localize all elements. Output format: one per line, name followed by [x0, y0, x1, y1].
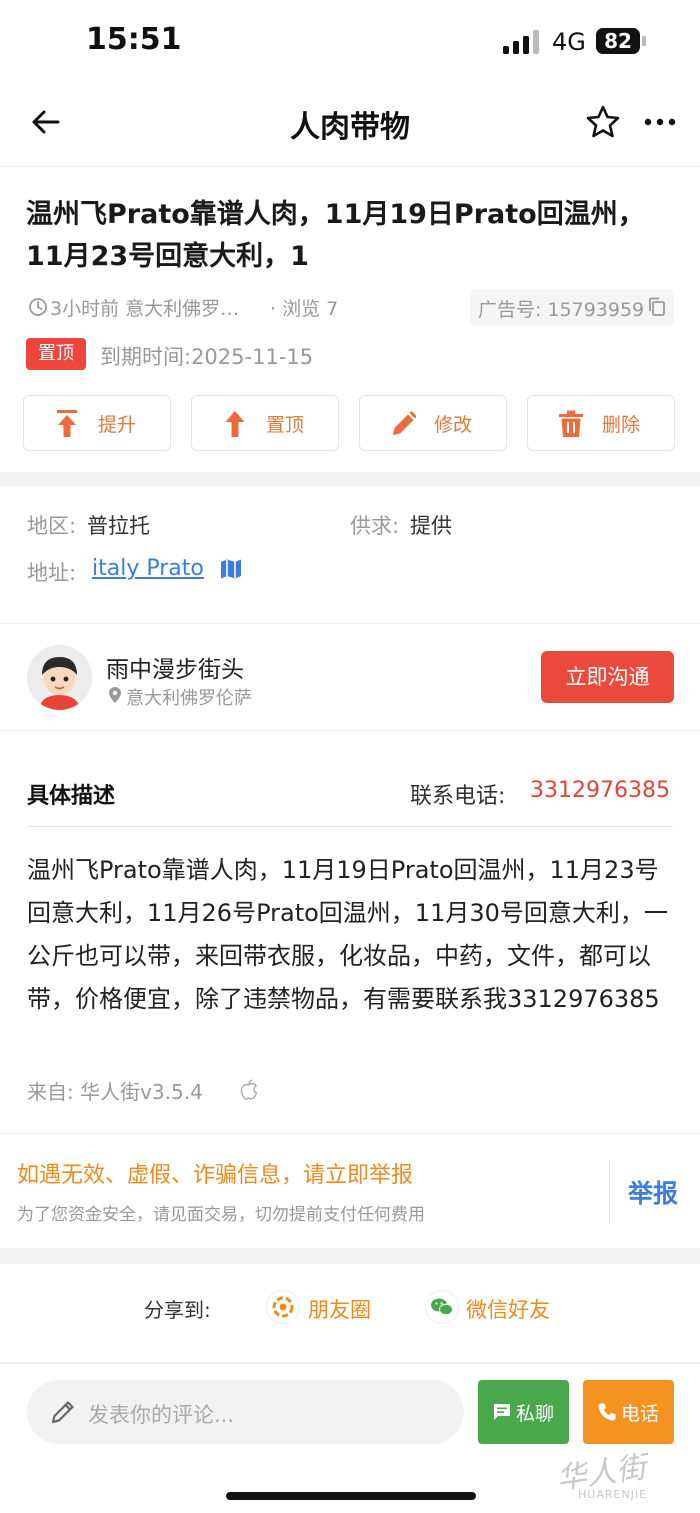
desc-bottom-divider	[0, 1133, 700, 1134]
avatar-image	[27, 645, 92, 710]
pencil-icon	[51, 1401, 74, 1424]
boost-button[interactable]: 提升	[23, 395, 171, 451]
user-divider	[0, 730, 700, 731]
moments-icon	[272, 1296, 294, 1318]
nav-divider	[0, 166, 700, 167]
source-app: 来自: 华人街v3.5.4	[27, 1080, 203, 1104]
contact-now-button[interactable]: 立即沟通	[541, 651, 674, 703]
comment-placeholder: 发表你的评论...	[88, 1403, 235, 1427]
location-pin-icon	[109, 687, 121, 703]
battery-icon: 82	[596, 28, 640, 54]
post-time-location: 3小时前 意大利佛罗…	[50, 298, 240, 320]
description-text: 温州飞Prato靠谱人肉，11月19日Prato回温州，11月23号回意大利，1…	[27, 856, 668, 1013]
view-count: · 浏览 7	[270, 298, 339, 320]
report-separator	[609, 1160, 610, 1224]
boost-icon	[57, 410, 77, 437]
copy-icon[interactable]	[647, 296, 667, 318]
map-icon[interactable]	[220, 558, 242, 580]
post-title: 温州飞Prato靠谱人肉，11月19日Prato回温州，11月23号回意大利，1	[26, 199, 645, 272]
wechat-icon	[431, 1298, 453, 1316]
supply-value: 提供	[410, 514, 452, 538]
edit-icon	[393, 411, 416, 435]
region-value: 普拉托	[87, 514, 150, 538]
share-label: 分享到:	[144, 1298, 211, 1322]
wechat-label[interactable]: 微信好友	[466, 1294, 550, 1324]
section-gap	[0, 472, 700, 486]
pinned-badge: 置顶	[26, 338, 86, 370]
status-time: 15:51	[86, 22, 182, 57]
ad-number: 广告号: 15793959	[478, 299, 645, 321]
private-chat-button[interactable]: 私聊	[478, 1380, 569, 1444]
chat-icon	[494, 1404, 510, 1420]
description-divider	[27, 826, 673, 827]
moments-share[interactable]	[266, 1290, 300, 1324]
wechat-share[interactable]	[425, 1290, 459, 1324]
report-button[interactable]: 举报	[628, 1174, 678, 1210]
user-name[interactable]: 雨中漫步街头	[106, 650, 244, 684]
pin-top-label: 置顶	[266, 414, 305, 436]
call-button[interactable]: 电话	[583, 1380, 674, 1444]
info-divider	[0, 623, 700, 624]
star-icon[interactable]	[584, 103, 622, 141]
pin-top-icon	[225, 411, 245, 437]
report-safety-note: 为了您资金安全，请见面交易，切勿提前支付任何费用	[17, 1205, 425, 1225]
report-warning: 如遇无效、虚假、诈骗信息，请立即举报	[17, 1163, 414, 1188]
address-link[interactable]: italy Prato	[92, 556, 204, 581]
supply-label: 供求:	[350, 514, 400, 538]
region-label: 地区:	[27, 514, 77, 538]
phone-icon	[598, 1403, 616, 1421]
pin-top-button[interactable]: 置顶	[191, 395, 339, 451]
signal-icon	[503, 30, 539, 54]
address-label: 地址:	[27, 561, 77, 585]
phone-number[interactable]: 3312976385	[530, 778, 670, 803]
delete-label: 删除	[602, 414, 641, 436]
watermark-subtext: HUARENJIE	[578, 1488, 648, 1501]
trash-icon	[559, 410, 583, 437]
network-type: 4G	[552, 28, 586, 56]
clock-icon	[29, 298, 47, 316]
edit-label: 修改	[434, 414, 473, 436]
boost-label: 提升	[98, 414, 137, 436]
apple-icon	[240, 1079, 258, 1100]
user-location: 意大利佛罗伦萨	[126, 688, 252, 709]
bottom-bar-divider	[0, 1362, 700, 1364]
back-arrow-icon[interactable]	[28, 104, 64, 140]
call-label: 电话	[621, 1403, 660, 1425]
expire-date: 到期时间:2025-11-15	[100, 345, 314, 369]
private-chat-label: 私聊	[516, 1403, 555, 1425]
phone-label: 联系电话:	[410, 784, 506, 809]
more-icon[interactable]	[640, 110, 680, 134]
delete-button[interactable]: 删除	[527, 395, 675, 451]
battery-tip	[642, 36, 646, 46]
home-indicator[interactable]	[226, 1492, 476, 1500]
edit-button[interactable]: 修改	[359, 395, 507, 451]
avatar[interactable]	[27, 645, 92, 710]
description-heading: 具体描述	[27, 784, 116, 809]
section-gap-2	[0, 1248, 700, 1264]
moments-label[interactable]: 朋友圈	[308, 1294, 371, 1324]
